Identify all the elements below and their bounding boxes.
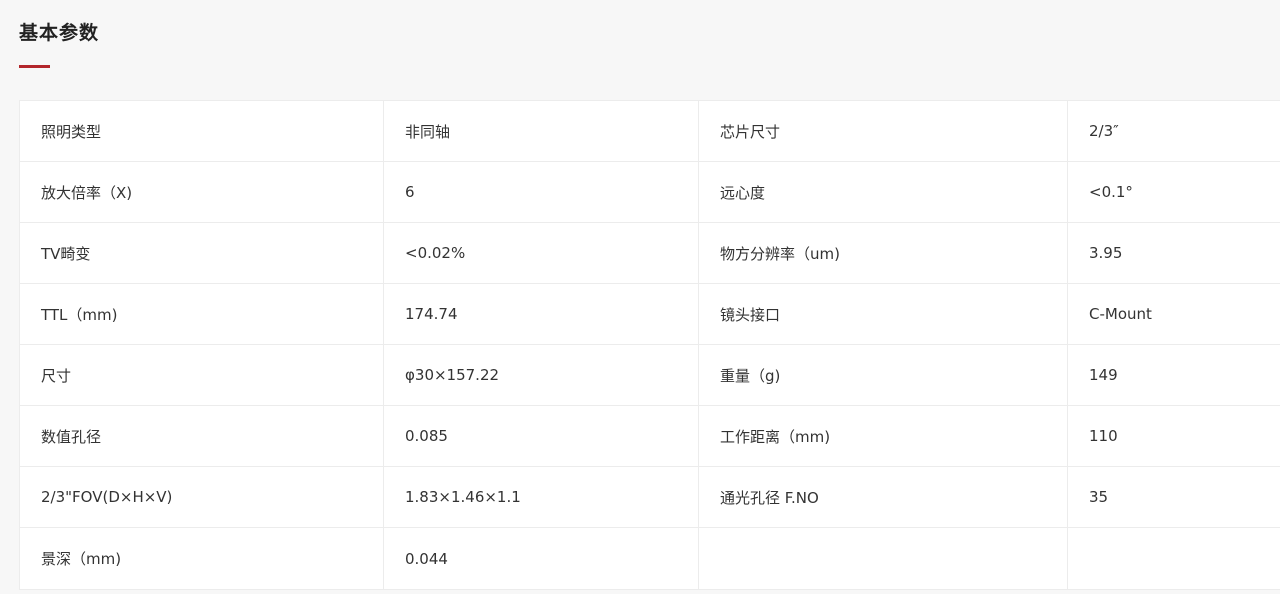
param-value: 149 (1067, 344, 1280, 406)
param-label (698, 527, 1068, 590)
table-row: TV畸变 <0.02% 物方分辨率（um) 3.95 (19, 222, 1280, 284)
section-title: 基本参数 (19, 22, 100, 44)
param-label: 照明类型 (19, 100, 384, 162)
parameters-table: 照明类型 非同轴 芯片尺寸 2/3″ 放大倍率（X) 6 远心度 <0.1° T… (19, 100, 1280, 590)
param-value: 2/3″ (1067, 100, 1280, 162)
param-label: 放大倍率（X) (19, 161, 384, 223)
table-row: 放大倍率（X) 6 远心度 <0.1° (19, 161, 1280, 223)
param-value: φ30×157.22 (383, 344, 699, 406)
param-label: 景深（mm) (19, 527, 384, 590)
param-label: 通光孔径 F.NO (698, 466, 1068, 528)
param-value: 110 (1067, 405, 1280, 467)
param-value: 非同轴 (383, 100, 699, 162)
table-row: TTL（mm) 174.74 镜头接口 C-Mount (19, 283, 1280, 345)
param-label: 工作距离（mm) (698, 405, 1068, 467)
param-value: C-Mount (1067, 283, 1280, 345)
param-label: 物方分辨率（um) (698, 222, 1068, 284)
table-row: 尺寸 φ30×157.22 重量（g) 149 (19, 344, 1280, 406)
table-row: 2/3"FOV(D×H×V) 1.83×1.46×1.1 通光孔径 F.NO 3… (19, 466, 1280, 528)
param-label: 尺寸 (19, 344, 384, 406)
param-label: 芯片尺寸 (698, 100, 1068, 162)
param-value: 1.83×1.46×1.1 (383, 466, 699, 528)
param-value: <0.1° (1067, 161, 1280, 223)
param-value: 0.085 (383, 405, 699, 467)
param-value: 6 (383, 161, 699, 223)
param-value: 174.74 (383, 283, 699, 345)
param-label: TTL（mm) (19, 283, 384, 345)
param-value: 0.044 (383, 527, 699, 590)
param-label: 数值孔径 (19, 405, 384, 467)
param-value: 35 (1067, 466, 1280, 528)
param-label: TV畸变 (19, 222, 384, 284)
param-value: 3.95 (1067, 222, 1280, 284)
param-value (1067, 527, 1280, 590)
param-label: 远心度 (698, 161, 1068, 223)
param-value: <0.02% (383, 222, 699, 284)
param-label: 2/3"FOV(D×H×V) (19, 466, 384, 528)
param-label: 镜头接口 (698, 283, 1068, 345)
param-label: 重量（g) (698, 344, 1068, 406)
section-header: 基本参数 (19, 0, 1280, 100)
title-underline (19, 65, 50, 68)
table-row: 照明类型 非同轴 芯片尺寸 2/3″ (19, 100, 1280, 162)
table-row: 数值孔径 0.085 工作距离（mm) 110 (19, 405, 1280, 467)
table-row: 景深（mm) 0.044 (19, 527, 1280, 590)
